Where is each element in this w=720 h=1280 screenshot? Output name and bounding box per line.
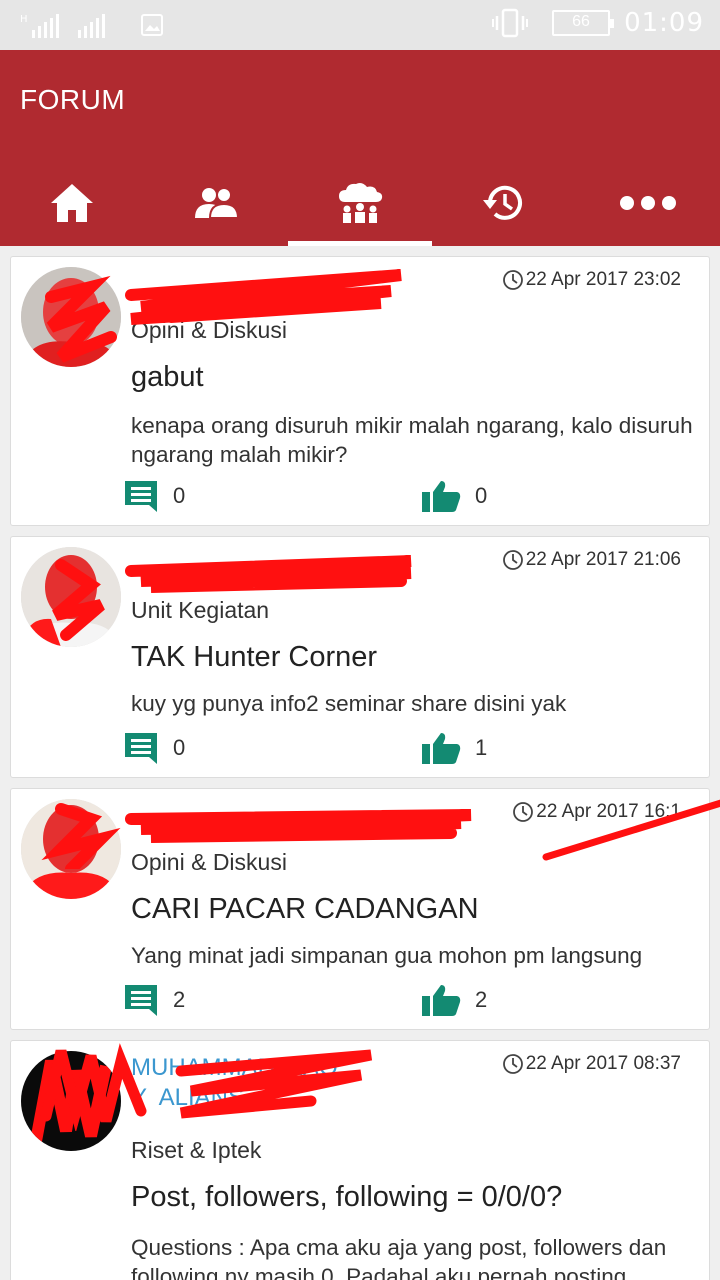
- post-card[interactable]: 22 Apr 2017 21:06 Unit Kegiatan TAK Hunt…: [10, 536, 710, 778]
- tab-people[interactable]: [144, 160, 288, 246]
- tab-more[interactable]: [576, 160, 720, 246]
- like-count[interactable]: 0: [421, 479, 487, 513]
- post-timestamp: 22 Apr 2017 08:37: [502, 1053, 681, 1075]
- post-author[interactable]: MUHAMMAD ZAQ Y ALIANS: [131, 1053, 338, 1113]
- comment-icon: [125, 733, 157, 764]
- post-title: CARI PACAR CADANGAN: [131, 893, 479, 925]
- battery-icon: 66: [552, 10, 615, 36]
- post-body: kenapa orang disuruh mikir malah ngarang…: [131, 413, 693, 467]
- comment-icon: [125, 481, 157, 512]
- comment-icon: [125, 985, 157, 1016]
- post-card[interactable]: 22 Apr 2017 16:1 Opini & Diskusi CARI PA…: [10, 788, 720, 1030]
- page-title: FORUM: [20, 84, 126, 115]
- avatar[interactable]: [21, 1051, 121, 1151]
- thumbs-up-icon: [422, 985, 461, 1016]
- thumbs-up-icon: [422, 481, 461, 512]
- post-card[interactable]: MUHAMMAD ZAQ Y ALIANS 22 Apr 2017 08:37 …: [10, 1040, 710, 1280]
- like-count[interactable]: 1: [421, 731, 487, 765]
- app-bar: FORUM: [0, 50, 720, 246]
- battery-level: 66: [572, 13, 590, 30]
- group-cloud-icon: [339, 183, 383, 223]
- clock-icon: [502, 550, 523, 570]
- comment-count[interactable]: 0: [123, 479, 185, 513]
- post-category: Riset & Iptek: [131, 1137, 262, 1163]
- people-icon: [195, 187, 239, 219]
- avatar[interactable]: [21, 799, 121, 899]
- post-title: gabut: [131, 361, 204, 393]
- tab-bar: [0, 160, 720, 246]
- clock-icon: [502, 1054, 523, 1074]
- comment-count[interactable]: 2: [123, 983, 185, 1017]
- post-category: Opini & Diskusi: [131, 317, 287, 343]
- post-title: TAK Hunter Corner: [131, 641, 378, 673]
- history-icon: [483, 185, 522, 220]
- post-body: Yang minat jadi simpanan gua mohon pm la…: [131, 943, 643, 968]
- post-timestamp: 22 Apr 2017 23:02: [502, 269, 681, 291]
- more-icon: [620, 196, 676, 210]
- clock: 01:09: [624, 8, 704, 38]
- signal-icon: H: [20, 14, 105, 38]
- avatar[interactable]: [21, 547, 121, 647]
- status-bar: H 66 01:09: [0, 0, 720, 50]
- image-notification-icon: [141, 14, 163, 36]
- post-category: Unit Kegiatan: [131, 597, 270, 623]
- clock-icon: [502, 270, 523, 290]
- tab-history[interactable]: [432, 160, 576, 246]
- like-count[interactable]: 2: [421, 983, 487, 1017]
- forum-feed: 22 Apr 2017 23:02 Opini & Diskusi gabut …: [0, 246, 720, 1280]
- post-category: Opini & Diskusi: [131, 849, 287, 875]
- home-icon: [51, 184, 93, 222]
- tab-home[interactable]: [0, 160, 144, 246]
- post-body: kuy yg punya info2 seminar share disini …: [131, 691, 567, 716]
- post-timestamp: 22 Apr 2017 16:1: [512, 801, 681, 823]
- post-title: Post, followers, following = 0/0/0?: [131, 1181, 563, 1213]
- svg-text:H: H: [20, 14, 28, 25]
- post-body: Questions : Apa cma aku aja yang post, f…: [131, 1235, 667, 1280]
- tab-community[interactable]: [288, 160, 432, 246]
- vibrate-icon: [492, 8, 529, 38]
- thumbs-up-icon: [422, 733, 461, 764]
- avatar[interactable]: [21, 267, 121, 367]
- post-timestamp: 22 Apr 2017 21:06: [502, 549, 681, 571]
- post-card[interactable]: 22 Apr 2017 23:02 Opini & Diskusi gabut …: [10, 256, 710, 526]
- clock-icon: [513, 802, 534, 822]
- comment-count[interactable]: 0: [123, 731, 185, 765]
